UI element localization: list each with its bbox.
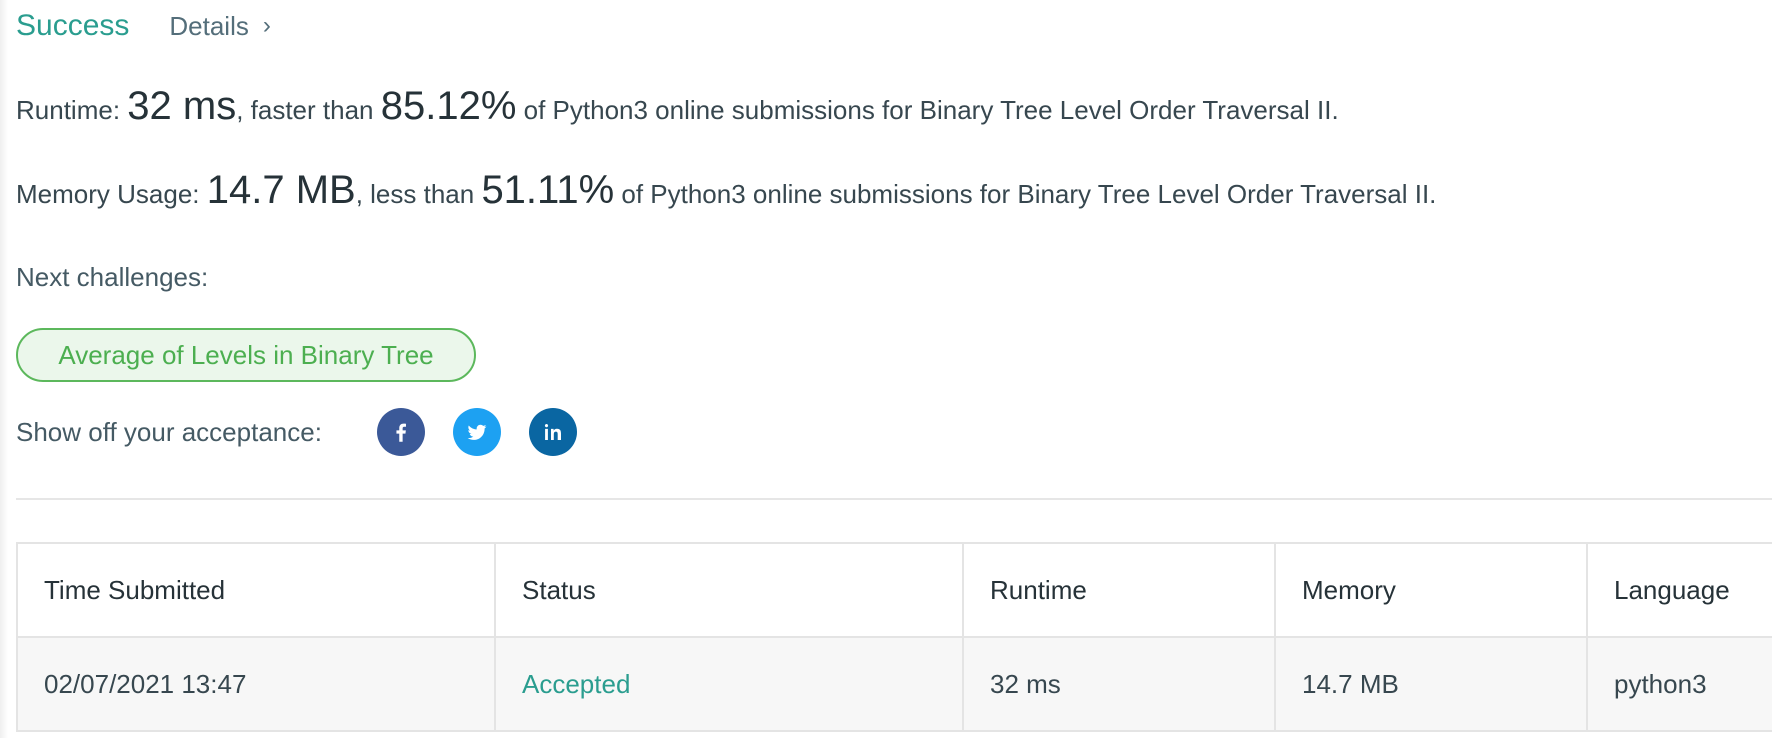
cell-memory: 14.7 MB: [1274, 636, 1588, 732]
memory-suffix: of Python3 online submissions for Binary…: [614, 179, 1437, 209]
challenge-link-average-of-levels[interactable]: Average of Levels in Binary Tree: [16, 328, 476, 382]
header-time-submitted: Time Submitted: [16, 542, 496, 638]
accepted-link[interactable]: Accepted: [522, 669, 630, 699]
submission-result-page: Success Details › Runtime: 32 ms, faster…: [0, 0, 1772, 738]
details-label: Details: [169, 10, 249, 41]
header-status: Status: [494, 542, 964, 638]
chevron-right-icon: ›: [262, 12, 271, 39]
memory-label: Memory Usage:: [16, 179, 207, 209]
header-runtime: Runtime: [962, 542, 1276, 638]
header-language: Language: [1586, 542, 1772, 638]
runtime-label: Runtime:: [16, 95, 128, 125]
memory-value: 14.7 MB: [206, 168, 356, 212]
submissions-table: Time Submitted Status Runtime Memory Lan…: [16, 542, 1772, 732]
memory-comparison: , less than: [355, 179, 482, 209]
header-memory: Memory: [1274, 542, 1588, 638]
status-title: Success: [16, 9, 130, 42]
table-row: 02/07/2021 13:47 Accepted 32 ms 14.7 MB …: [16, 636, 1772, 732]
share-label: Show off your acceptance:: [16, 416, 322, 447]
cell-status: Accepted: [494, 636, 964, 732]
section-divider: [16, 498, 1772, 500]
memory-percent: 51.11%: [481, 168, 615, 212]
cell-language: python3: [1586, 636, 1772, 732]
cell-runtime: 32 ms: [962, 636, 1276, 732]
share-row: Show off your acceptance:: [16, 408, 577, 456]
runtime-percent: 85.12%: [380, 84, 517, 128]
table-header-row: Time Submitted Status Runtime Memory Lan…: [16, 542, 1772, 638]
runtime-value: 32 ms: [127, 84, 237, 128]
result-header: Success Details ›: [16, 6, 271, 46]
linkedin-icon[interactable]: [528, 408, 577, 456]
facebook-icon[interactable]: [376, 408, 425, 456]
cell-time-submitted: 02/07/2021 13:47: [16, 636, 496, 732]
left-edge-shadow: [0, 0, 8, 738]
runtime-stat: Runtime: 32 ms, faster than 85.12% of Py…: [16, 84, 1339, 129]
runtime-comparison: , faster than: [236, 95, 381, 125]
memory-stat: Memory Usage: 14.7 MB, less than 51.11% …: [16, 168, 1436, 213]
details-link[interactable]: Details ›: [169, 11, 270, 42]
next-challenges-label: Next challenges:: [16, 262, 209, 292]
runtime-suffix: of Python3 online submissions for Binary…: [516, 95, 1339, 125]
twitter-icon[interactable]: [452, 408, 501, 456]
